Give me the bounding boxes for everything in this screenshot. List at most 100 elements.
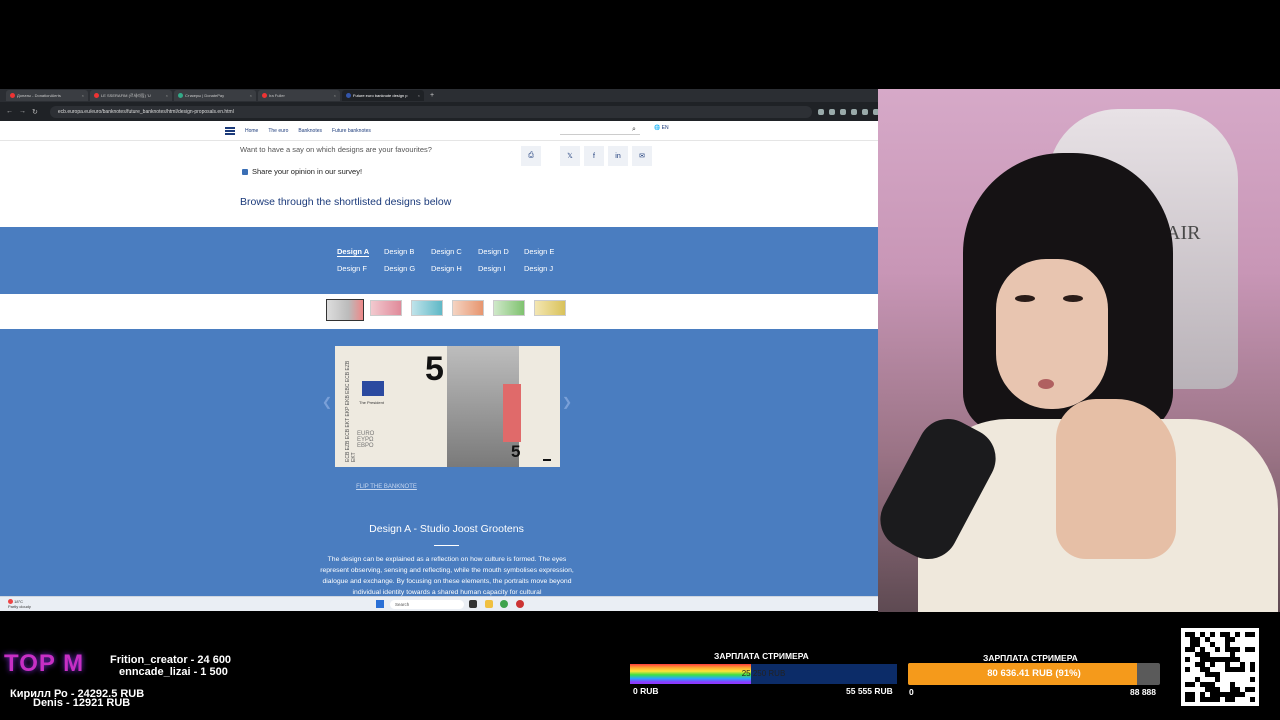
thumbnail-10-euro[interactable]	[370, 300, 402, 316]
extension-icon[interactable]	[818, 108, 824, 115]
facebook-share-icon[interactable]: f	[584, 146, 604, 166]
weather-temp: 18°C	[14, 599, 24, 604]
top-donors-label: TOP M	[4, 650, 85, 677]
app-icon[interactable]	[516, 600, 524, 608]
screen: Донаты - DonationAlerts × LE SSERAFIM (르세…	[0, 0, 1280, 720]
tab-favicon-icon	[178, 93, 183, 98]
print-group: ⎙	[521, 146, 545, 166]
thumbnail-100-euro[interactable]	[493, 300, 525, 316]
web-page: Home The euro Banknotes Future banknotes…	[0, 121, 885, 596]
top-donor-entry: Frition_creator - 24 600	[110, 654, 232, 666]
goal-progress-bar: 25 250 RUB	[630, 664, 897, 684]
qr-code-pattern	[1185, 632, 1255, 702]
euro-word: ЕВРО	[357, 443, 374, 449]
tab-favicon-icon	[10, 93, 15, 98]
tab-favicon-icon	[346, 93, 351, 98]
tab-favicon-icon	[262, 93, 267, 98]
site-search-input[interactable]	[560, 126, 640, 135]
tab-design-b[interactable]: Design B	[384, 247, 414, 256]
browser-tab-active[interactable]: Future euro banknote design p ×	[342, 90, 424, 101]
tab-favicon-icon	[94, 93, 99, 98]
flip-banknote-link[interactable]: FLIP THE BANKNOTE	[0, 484, 885, 490]
extension-icon[interactable]	[840, 108, 846, 115]
goal-min: 0	[909, 687, 914, 697]
goal-progress-bar: 80 636.41 RUB (91%)	[908, 663, 1160, 685]
design-description: The design can be explained as a reflect…	[320, 556, 574, 596]
survey-link-label: Share your opinion in our survey!	[252, 167, 363, 176]
x-share-icon[interactable]: 𝕏	[560, 146, 580, 166]
new-tab-icon[interactable]: +	[430, 92, 434, 99]
goal-title: ЗАРПЛАТА СТРИМЕРА	[714, 651, 809, 661]
windows-start-icon[interactable]	[376, 600, 384, 608]
tab-design-c[interactable]: Design C	[431, 247, 462, 256]
donation-qr-code	[1181, 628, 1259, 706]
tab-label: Future euro banknote design p	[353, 93, 408, 98]
banknote-signature: The President	[359, 400, 384, 405]
tab-design-j[interactable]: Design J	[524, 264, 553, 273]
language-selector[interactable]: 🌐 EN	[654, 125, 669, 131]
breadcrumb-the-euro[interactable]: The euro	[268, 128, 288, 134]
tab-label: Донаты - DonationAlerts	[17, 93, 61, 98]
weather-widget[interactable]: 18°C Partly cloudy	[8, 599, 31, 609]
email-share-icon[interactable]: ✉	[632, 146, 652, 166]
print-icon[interactable]: ⎙	[521, 146, 541, 166]
extension-icon[interactable]	[851, 108, 857, 115]
streamer-mouth	[1038, 379, 1054, 389]
browser-tab[interactable]: Ira Fuller ×	[258, 90, 340, 101]
chrome-icon[interactable]	[500, 600, 508, 608]
hamburger-menu-icon[interactable]	[225, 126, 235, 135]
extension-icons	[818, 108, 879, 115]
design-detail: ❮ ECB EZB ECB EKT EKP EKB EBC ECB EZB EK…	[0, 329, 885, 596]
goal-max: 55 555 RUB	[846, 686, 893, 696]
breadcrumb-home[interactable]: Home	[245, 128, 258, 134]
browser-tab[interactable]: LE SSERAFIM (르세라핌) 'U ×	[90, 90, 172, 101]
thumbnail-200-euro[interactable]	[534, 300, 566, 316]
tab-design-a[interactable]: Design A	[337, 247, 370, 257]
survey-icon	[242, 168, 248, 175]
close-tab-icon[interactable]: ×	[334, 93, 336, 98]
close-tab-icon[interactable]: ×	[82, 93, 84, 98]
survey-link[interactable]: Share your opinion in our survey!	[242, 167, 362, 176]
tab-design-h[interactable]: Design H	[431, 264, 462, 273]
previous-arrow-icon[interactable]: ❮	[322, 395, 332, 409]
banknote-thumbnails	[0, 294, 885, 329]
reload-icon[interactable]: ↻	[32, 108, 38, 116]
close-tab-icon[interactable]: ×	[418, 93, 420, 98]
task-view-icon[interactable]	[469, 600, 477, 608]
breadcrumb-banknotes[interactable]: Banknotes	[298, 128, 322, 134]
taskbar-search[interactable]: Search	[390, 600, 464, 609]
tab-design-i[interactable]: Design I	[478, 264, 506, 273]
back-icon[interactable]: ←	[6, 108, 13, 115]
tab-design-d[interactable]: Design D	[478, 247, 509, 256]
streamer-eye	[1063, 295, 1083, 302]
tab-label: Ira Fuller	[269, 93, 285, 98]
close-tab-icon[interactable]: ×	[166, 93, 168, 98]
webcam-feed: AIR	[878, 89, 1280, 612]
next-arrow-icon[interactable]: ❯	[562, 395, 572, 409]
close-tab-icon[interactable]: ×	[250, 93, 252, 98]
thumbnail-5-euro[interactable]	[326, 299, 364, 321]
thumbnail-20-euro[interactable]	[411, 300, 443, 316]
browser-tab[interactable]: Донаты - DonationAlerts ×	[6, 90, 88, 101]
file-explorer-icon[interactable]	[485, 600, 493, 608]
banknote-vertical-text: ECB EZB ECB EKT EKP EKB EBC ECB EZB EKT	[345, 360, 357, 462]
banknote-red-band	[503, 384, 521, 442]
goal-current-amount: 80 636.41 RUB (91%)	[987, 668, 1081, 679]
url-field[interactable]: ecb.europa.eu/euro/banknotes/future_bank…	[49, 105, 812, 118]
banknote-dash	[543, 459, 551, 461]
share-buttons: 𝕏 f in ✉	[560, 146, 656, 166]
extension-icon[interactable]	[829, 108, 835, 115]
tab-design-e[interactable]: Design E	[524, 247, 554, 256]
tab-design-g[interactable]: Design G	[384, 264, 415, 273]
tab-design-f[interactable]: Design F	[337, 264, 367, 273]
eu-flag-icon	[362, 381, 384, 396]
search-icon[interactable]: ⌕	[632, 126, 636, 134]
weather-desc: Partly cloudy	[8, 604, 31, 610]
breadcrumb-future-banknotes[interactable]: Future banknotes	[332, 128, 371, 134]
browser-tab[interactable]: Стикеры | DonatePay ×	[174, 90, 256, 101]
linkedin-share-icon[interactable]: in	[608, 146, 628, 166]
browser-tab-bar: Донаты - DonationAlerts × LE SSERAFIM (르세…	[0, 89, 885, 102]
forward-icon[interactable]: →	[19, 108, 26, 115]
thumbnail-50-euro[interactable]	[452, 300, 484, 316]
extension-icon[interactable]	[862, 108, 868, 115]
